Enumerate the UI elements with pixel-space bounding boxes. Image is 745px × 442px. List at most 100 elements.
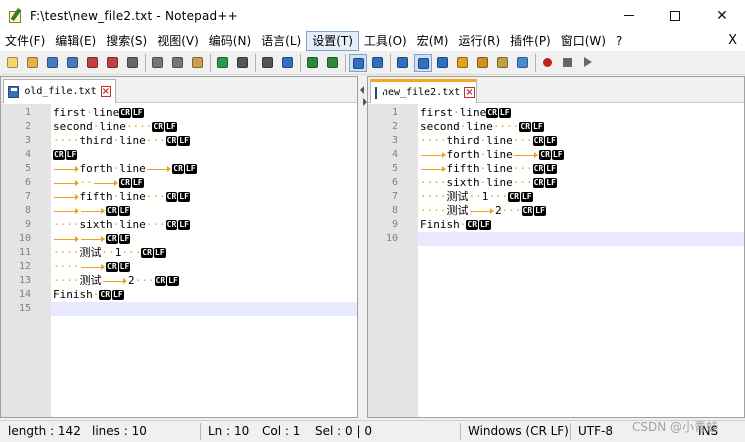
eol-cr-marker: CR [165,192,178,202]
menu-item[interactable]: 运行(R) [453,31,505,51]
line-number: 2 [391,121,398,132]
doc-map-button[interactable] [454,54,472,72]
menu-item[interactable]: 窗口(W) [556,31,611,51]
menu-item[interactable]: 设置(T) [306,31,359,51]
left-editor[interactable]: first·lineCR LF second·line····CR LF ····thi… [1,104,357,417]
code-area[interactable]: first·lineCR LF second·line····CR LF ····thi… [418,104,744,417]
space-marker: · [145,120,153,133]
toolbar-separator [345,54,346,72]
monitor-icon [517,57,528,68]
menu-item[interactable]: 工具(O) [359,31,412,51]
sync-vertical-icon [353,58,364,69]
code-line: ····测试 2···CR LF [53,274,179,287]
replace-icon [282,57,293,68]
space-marker: · [501,190,509,203]
tab-arrow-icon [80,260,107,274]
arrow-left-icon[interactable] [360,86,364,94]
menu-item[interactable]: 语言(L) [256,31,306,51]
cut-button[interactable] [149,54,167,72]
tab-arrow-icon [420,148,447,162]
close-all-button[interactable] [104,54,122,72]
eol-cr-marker: CR [119,178,131,188]
menu-item[interactable]: 宏(M) [412,31,454,51]
stop-record-button[interactable] [559,54,577,72]
sync-vertical-button[interactable] [349,54,367,72]
eol-cr-marker: CR [152,122,165,132]
menu-item[interactable]: 搜索(S) [101,31,152,51]
minimize-button[interactable] [606,0,652,31]
code-area[interactable]: first·lineCR LF second·line····CR LF ····thi… [51,104,357,417]
eol-cr-marker: CR [154,276,167,286]
show-all-chars-button[interactable] [414,54,432,72]
play-macro-button[interactable] [579,54,597,72]
space-marker: · [72,260,80,273]
doc-map-icon [457,57,468,68]
space-marker: · [147,274,155,287]
current-line-highlight [418,232,744,246]
indent-guide-button[interactable] [434,54,452,72]
menu-item[interactable]: 视图(V) [152,31,204,51]
folder-workspace-button[interactable] [494,54,512,72]
space-marker: · [514,204,522,217]
word-wrap-button[interactable] [394,54,412,72]
space-marker: · [439,134,447,147]
redo-button[interactable] [234,54,252,72]
menu-item[interactable]: ? [611,31,627,51]
code-line: Finish·CR LF [420,218,491,231]
close-window-button[interactable]: ✕ [699,0,745,31]
copy-button[interactable] [169,54,187,72]
zoom-in-button[interactable] [304,54,322,72]
code-line: CR LF [53,232,131,246]
right-editor[interactable]: first·lineCR LF second·line····CR LF ····thi… [368,104,744,417]
maximize-button[interactable] [652,0,698,31]
menu-item[interactable]: 文件(F) [0,31,50,51]
tab-close-icon[interactable]: × [464,87,475,98]
print-icon [127,57,138,68]
close-button[interactable] [84,54,102,72]
save-button[interactable] [44,54,62,72]
space-marker: · [526,176,533,189]
space-marker: · [439,190,447,203]
pane-splitter[interactable] [358,76,367,418]
record-macro-button[interactable] [539,54,557,72]
eol-lf-marker: LF [532,122,544,132]
space-marker: · [453,106,460,119]
new-file-icon [7,57,18,68]
menu-item[interactable]: 编码(N) [204,31,256,51]
saved-file-icon [375,86,384,99]
undo-button[interactable] [214,54,232,72]
tab-new-file2[interactable]: new_file2.txt × [370,79,477,103]
sync-horizontal-button[interactable] [369,54,387,72]
code-line: second·line····CR LF [420,120,544,133]
space-marker: · [459,120,467,133]
monitor-button[interactable] [514,54,532,72]
status-encoding[interactable]: UTF-8 [578,424,613,438]
replace-button[interactable] [279,54,297,72]
new-file-button[interactable] [4,54,22,72]
tab-old-file[interactable]: old_file.txt × [3,79,116,103]
eol-lf-marker: LF [178,136,190,146]
space-marker: · [433,190,440,203]
save-all-button[interactable] [64,54,82,72]
space-marker: · [53,274,60,287]
window-title: F:\test\new_file2.txt - Notepad++ [30,8,238,23]
menu-item[interactable]: 插件(P) [505,31,556,51]
space-marker: · [53,218,60,231]
zoom-in-icon [307,57,318,68]
eol-cr-marker: CR [172,164,184,174]
space-marker: · [72,246,80,259]
tab-close-icon[interactable]: × [100,86,111,97]
close-document-button[interactable]: X [728,31,737,51]
code-line: forth·line CR LF [53,162,198,176]
paste-button[interactable] [189,54,207,72]
menu-item[interactable]: 编辑(E) [50,31,101,51]
space-marker: · [159,134,166,147]
find-button[interactable] [259,54,277,72]
save-all-icon [67,57,78,68]
function-list-button[interactable] [474,54,492,72]
eol-lf-marker: LF [165,122,177,132]
print-button[interactable] [124,54,142,72]
status-eol-mode[interactable]: Windows (CR LF) [468,424,569,438]
open-file-button[interactable] [24,54,42,72]
zoom-out-button[interactable] [324,54,342,72]
